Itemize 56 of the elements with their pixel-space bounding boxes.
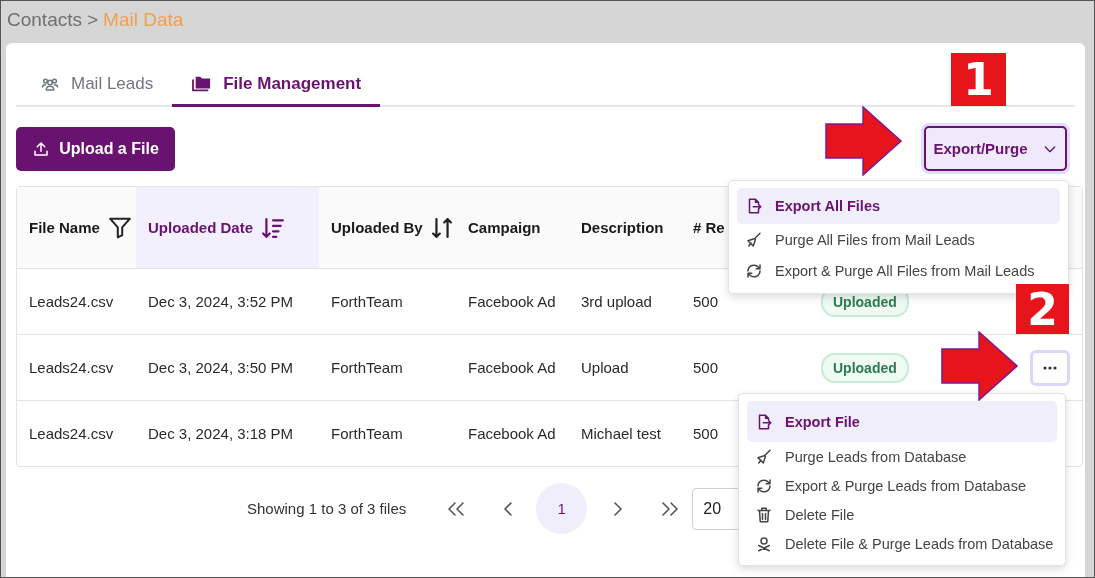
refresh-icon <box>745 261 763 280</box>
refresh-icon <box>755 476 773 495</box>
upload-icon <box>32 139 51 158</box>
chevrons-left-icon <box>448 501 465 516</box>
column-header[interactable]: Description <box>569 187 681 268</box>
table-cell-text: Michael test <box>580 425 663 442</box>
upload-button[interactable]: Upload a File <box>16 126 175 171</box>
breadcrumb-separator: > <box>87 9 99 31</box>
menu-item[interactable]: Delete File & Purge Leads from Database <box>747 529 1057 558</box>
broom-icon <box>745 230 763 249</box>
table-cell-text: Dec 3, 2024, 3:52 PM <box>147 293 295 310</box>
table-cell-text: 500 <box>692 425 720 442</box>
table-cell-text: Facebook Ad <box>467 425 557 442</box>
sort-icon[interactable] <box>431 217 452 238</box>
status-badge: Uploaded <box>821 352 909 383</box>
chevron-right-icon <box>614 501 623 516</box>
broom-icon <box>755 447 773 466</box>
column-header[interactable]: File Name <box>17 187 136 268</box>
filter-icon[interactable] <box>108 216 131 239</box>
menu-item[interactable]: Purge Leads from Database <box>747 442 1057 471</box>
breadcrumb-current: Mail Data <box>103 9 184 31</box>
table-cell-text: Leads24.csv <box>28 425 115 442</box>
table-cell-text: ForthTeam <box>330 293 404 310</box>
menu-item[interactable]: Export & Purge All Files from Mail Leads <box>737 255 1060 286</box>
step-number: 2 <box>1016 284 1069 334</box>
menu-item[interactable]: Export File <box>747 401 1057 442</box>
table-cell-text: 500 <box>692 293 720 310</box>
chevrons-right-icon <box>662 501 679 516</box>
column-header[interactable]: Campaign <box>456 187 569 268</box>
table-cell-text: Facebook Ad <box>467 359 557 376</box>
tab[interactable]: Mail Leads <box>29 63 173 107</box>
trash-icon <box>755 505 773 524</box>
column-header[interactable]: Uploaded By <box>319 187 456 268</box>
export-purge-button[interactable]: Export/Purge <box>924 126 1067 171</box>
table-cell-text: Facebook Ad <box>467 293 557 310</box>
step-number: 1 <box>951 53 1006 106</box>
table-cell-text: ForthTeam <box>330 359 404 376</box>
chevron-left-icon <box>504 501 513 516</box>
table-cell-text: ForthTeam <box>330 425 404 442</box>
table-cell-text: Leads24.csv <box>28 359 115 376</box>
table-cell-text: Upload <box>580 359 630 376</box>
skull-crossbones-icon <box>755 534 773 553</box>
table-cell-text: Dec 3, 2024, 3:50 PM <box>147 359 295 376</box>
menu-item[interactable]: Export All Files <box>737 188 1060 224</box>
ellipsis-icon <box>1043 365 1057 370</box>
table-cell-text: 500 <box>692 359 720 376</box>
table-cell-text: Dec 3, 2024, 3:18 PM <box>147 425 295 442</box>
sort-descending-icon[interactable] <box>262 217 284 238</box>
tab[interactable]: File Management <box>172 63 381 107</box>
column-header[interactable]: Uploaded Date <box>136 187 319 268</box>
pagination-summary: Showing 1 to 3 of 3 files <box>247 500 407 517</box>
more-actions-button[interactable] <box>1030 349 1070 386</box>
page-button[interactable]: 1 <box>536 483 588 534</box>
table-cell-text: 3rd upload <box>580 293 653 310</box>
table-cell-text: Leads24.csv <box>28 293 115 310</box>
menu-item[interactable]: Purge All Files from Mail Leads <box>737 224 1060 255</box>
